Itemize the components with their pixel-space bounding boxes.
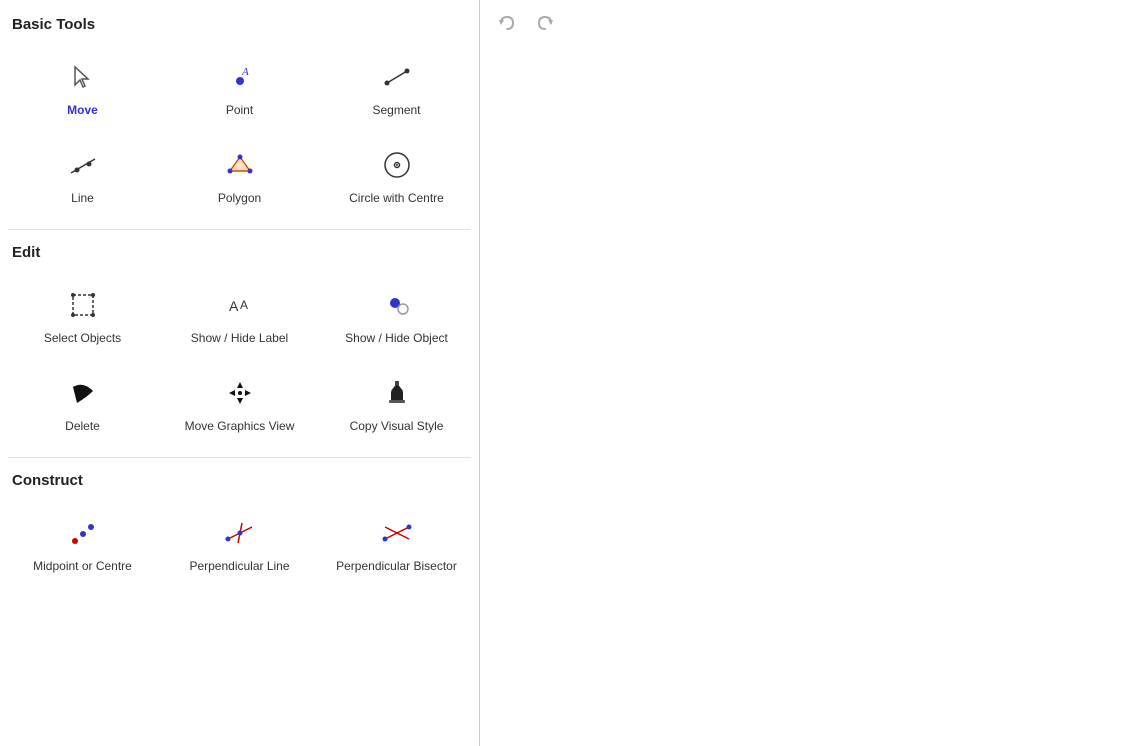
tool-midpoint-or-centre[interactable]: Midpoint or Centre — [8, 501, 157, 581]
move-graphics-view-icon — [220, 373, 260, 413]
divider-2 — [8, 457, 471, 458]
right-panel — [480, 0, 1146, 746]
perpendicular-bisector-icon — [377, 513, 417, 553]
move-icon — [63, 57, 103, 97]
tool-perpendicular-line[interactable]: Perpendicular Line — [165, 501, 314, 581]
segment-icon — [377, 57, 417, 97]
svg-text:A: A — [229, 298, 239, 314]
midpoint-or-centre-label: Midpoint or Centre — [33, 559, 132, 573]
construct-title: Construct — [8, 472, 471, 489]
midpoint-or-centre-icon — [63, 513, 103, 553]
polygon-label: Polygon — [218, 191, 261, 205]
perpendicular-line-icon — [220, 513, 260, 553]
select-objects-icon — [63, 285, 103, 325]
tool-move[interactable]: Move — [8, 45, 157, 125]
svg-text:A: A — [240, 298, 248, 312]
circle-with-centre-icon — [377, 145, 417, 185]
undo-button[interactable] — [492, 8, 522, 41]
circle-with-centre-label: Circle with Centre — [349, 191, 444, 205]
canvas-area[interactable] — [480, 49, 1146, 746]
show-hide-label-label: Show / Hide Label — [191, 331, 288, 345]
tool-select-objects[interactable]: Select Objects — [8, 273, 157, 353]
svg-text:A: A — [241, 66, 249, 78]
redo-button[interactable] — [530, 8, 560, 41]
copy-visual-style-icon — [377, 373, 417, 413]
perpendicular-bisector-label: Perpendicular Bisector — [336, 559, 457, 573]
move-label: Move — [67, 103, 98, 117]
tool-point[interactable]: A Point — [165, 45, 314, 125]
perpendicular-line-label: Perpendicular Line — [189, 559, 289, 573]
tool-show-hide-label[interactable]: A A Show / Hide Label — [165, 273, 314, 353]
tool-line[interactable]: Line — [8, 133, 157, 213]
tool-delete[interactable]: Delete — [8, 361, 157, 441]
tool-move-graphics-view[interactable]: Move Graphics View — [165, 361, 314, 441]
point-label: Point — [226, 103, 253, 117]
tool-segment[interactable]: Segment — [322, 45, 471, 125]
left-panel: Basic Tools Move A Point — [0, 0, 480, 746]
segment-label: Segment — [372, 103, 420, 117]
basic-tools-grid: Move A Point Segment — [8, 45, 471, 213]
tool-polygon[interactable]: Polygon — [165, 133, 314, 213]
tool-perpendicular-bisector[interactable]: Perpendicular Bisector — [322, 501, 471, 581]
edit-title: Edit — [8, 244, 471, 261]
copy-visual-style-label: Copy Visual Style — [350, 419, 444, 433]
divider-1 — [8, 229, 471, 230]
line-icon — [63, 145, 103, 185]
tool-show-hide-object[interactable]: Show / Hide Object — [322, 273, 471, 353]
toolbar — [480, 0, 1146, 49]
move-graphics-view-label: Move Graphics View — [185, 419, 295, 433]
construct-tools-grid: Midpoint or Centre Perpendicular Line — [8, 501, 471, 581]
show-hide-label-icon: A A — [220, 285, 260, 325]
tool-copy-visual-style[interactable]: Copy Visual Style — [322, 361, 471, 441]
line-label: Line — [71, 191, 94, 205]
tool-circle-with-centre[interactable]: Circle with Centre — [322, 133, 471, 213]
basic-tools-title: Basic Tools — [8, 16, 471, 33]
select-objects-label: Select Objects — [44, 331, 121, 345]
edit-tools-grid: Select Objects A A Show / Hide Label Sho… — [8, 273, 471, 441]
delete-icon — [63, 373, 103, 413]
show-hide-object-label: Show / Hide Object — [345, 331, 448, 345]
delete-label: Delete — [65, 419, 100, 433]
polygon-icon — [220, 145, 260, 185]
show-hide-object-icon — [377, 285, 417, 325]
point-icon: A — [220, 57, 260, 97]
